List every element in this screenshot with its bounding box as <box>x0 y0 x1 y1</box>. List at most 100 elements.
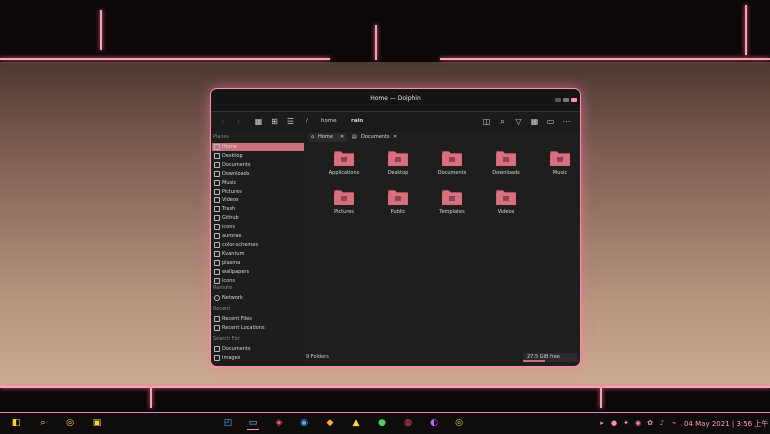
search-icon[interactable]: ⌕ <box>497 116 508 127</box>
folder-item-public[interactable]: Public <box>373 184 423 222</box>
folder-item-pictures[interactable]: Pictures <box>319 184 369 222</box>
minimize-button[interactable] <box>555 98 561 102</box>
tray-icon[interactable]: ● <box>610 419 618 427</box>
tray-icon[interactable]: ✿ <box>646 419 654 427</box>
forward-arrow-icon[interactable]: › <box>233 116 244 127</box>
title-bar[interactable]: Home — Dolphin <box>211 89 580 112</box>
clock[interactable]: 04 May 2021 | 3:56 上午 <box>684 419 768 429</box>
sidebar-item-github[interactable]: Github <box>212 214 304 222</box>
breadcrumb-home[interactable]: home <box>321 118 337 124</box>
grid-icon[interactable]: ▦ <box>529 116 540 127</box>
sidebar-item-downloads[interactable]: Downloads <box>212 170 304 178</box>
folder-icon <box>214 179 220 186</box>
folder-icon <box>214 170 220 177</box>
sidebar-item-icons[interactable]: icons <box>212 277 304 285</box>
folder-name: Public <box>390 209 406 215</box>
sidebar-item-home[interactable]: Home <box>212 143 304 151</box>
taskbar: ◧ ⌕ ◎ ▣ ◰ ▭ ◈ ◉ ◆ ▲ ● ◍ ◐ ◎ ▸ ● ✦ ◉ ✿ ♪ … <box>0 412 770 434</box>
tray-icon[interactable]: ▸ <box>598 419 606 427</box>
app-icon-7[interactable]: ● <box>376 417 388 429</box>
tab-home[interactable]: ⌂ Home ✕ <box>309 133 347 142</box>
close-button[interactable] <box>571 98 577 102</box>
app-icon-5[interactable]: ◆ <box>324 417 336 429</box>
sidebar-item-desktop[interactable]: Desktop <box>212 152 304 160</box>
tray-icon[interactable]: ♪ <box>658 419 666 427</box>
sidebar-item-wallpapers[interactable]: wallpapers <box>212 268 304 276</box>
toolbar: ‹ › ▦ ⊞ ☰ / home rain ◫ ⌕ ▽ ▦ ▭ ⋯ <box>211 112 580 132</box>
app-icon-9[interactable]: ◐ <box>428 417 440 429</box>
folder-name: Templates <box>439 209 465 215</box>
dolphin-task-icon[interactable]: ▭ <box>247 417 259 430</box>
app-icon-8[interactable]: ◍ <box>402 417 414 429</box>
window-switch-icon[interactable]: ▣ <box>91 417 103 429</box>
sidebar-item-color-schemes[interactable]: color-schemes <box>212 241 304 249</box>
sidebar-item-videos[interactable]: Videos <box>212 196 304 204</box>
back-arrow-icon[interactable]: ‹ <box>217 116 228 127</box>
sidebar-item-icons[interactable]: icons <box>212 223 304 231</box>
close-tab-icon[interactable]: ✕ <box>393 133 397 142</box>
circuit-trace <box>440 58 770 60</box>
breadcrumb-rain[interactable]: rain <box>351 118 363 124</box>
folder-icon <box>495 187 517 206</box>
close-tab-icon[interactable]: ✕ <box>340 133 344 142</box>
folder-item-desktop[interactable]: Desktop <box>373 145 423 183</box>
tab-documents[interactable]: ▤ Documents ✕ <box>350 133 400 142</box>
sidebar-item-music[interactable]: Music <box>212 179 304 187</box>
sidebar-item-recent-locations[interactable]: Recent Locations <box>212 324 304 332</box>
wallpaper-top-frame <box>0 0 770 62</box>
app-icon-3[interactable]: ◈ <box>273 417 285 429</box>
folder-icon <box>214 233 220 239</box>
folder-item-music[interactable]: Music <box>535 145 580 183</box>
tray-icon[interactable]: ✦ <box>622 419 630 427</box>
sidebar-item-trash[interactable]: Trash <box>212 205 304 213</box>
folder-item-templates[interactable]: Templates <box>427 184 477 222</box>
ring-icon[interactable]: ◎ <box>64 417 76 429</box>
circuit-trace <box>0 386 770 388</box>
folder-item-downloads[interactable]: Downloads <box>481 145 531 183</box>
images-icon <box>214 355 220 361</box>
sidebar-item-search-images[interactable]: Images <box>212 354 304 362</box>
maximize-button[interactable] <box>563 98 569 102</box>
search-icon[interactable]: ⌕ <box>37 417 49 429</box>
free-space-bar[interactable]: 27.5 GiB free <box>523 353 578 362</box>
app-icon-4[interactable]: ◉ <box>298 417 310 429</box>
folder-item-applications[interactable]: Applications <box>319 145 369 183</box>
preview-icon[interactable]: ▭ <box>545 116 556 127</box>
documents-icon: ▤ <box>352 134 357 140</box>
folder-icon <box>495 148 517 167</box>
menu-icon[interactable]: ⋯ <box>561 116 572 127</box>
icons-view-icon[interactable]: ▦ <box>253 116 264 127</box>
sidebar-item-pictures[interactable]: Pictures <box>212 188 304 196</box>
folder-icon <box>214 197 220 204</box>
folder-icon <box>214 250 220 257</box>
sidebar-item-network[interactable]: Network <box>212 294 304 302</box>
circuit-trace <box>100 10 102 50</box>
launcher-icon[interactable]: ◧ <box>10 417 22 429</box>
filter-icon[interactable]: ▽ <box>513 116 524 127</box>
tray-icon[interactable]: ⌁ <box>670 419 678 427</box>
folder-item-documents[interactable]: Documents <box>427 145 477 183</box>
split-view-icon[interactable]: ◫ <box>481 116 492 127</box>
tray-icon[interactable]: ◉ <box>634 419 642 427</box>
sidebar-item-recent-files[interactable]: Recent Files <box>212 315 304 323</box>
app-icon-1[interactable]: ◰ <box>222 417 234 429</box>
sidebar-item-kvantum[interactable]: Kvantum <box>212 250 304 258</box>
app-icon-10[interactable]: ◎ <box>453 417 465 429</box>
app-icon-6[interactable]: ▲ <box>350 417 362 429</box>
places-header: Places <box>213 134 229 140</box>
compact-view-icon[interactable]: ⊞ <box>269 116 280 127</box>
folder-icon <box>214 277 220 284</box>
documents-icon <box>214 346 220 352</box>
folder-item-videos[interactable]: Videos <box>481 184 531 222</box>
folder-icon <box>214 152 220 159</box>
sidebar-item-aurorae[interactable]: aurorae <box>212 232 304 240</box>
home-icon: ⌂ <box>311 134 315 140</box>
sidebar-item-documents[interactable]: Documents <box>212 161 304 169</box>
sidebar-item-plasma[interactable]: plasma <box>212 259 304 267</box>
breadcrumb-root[interactable]: / <box>306 118 308 124</box>
sidebar-item-search-documents[interactable]: Documents <box>212 345 304 353</box>
folder-icon <box>333 148 355 167</box>
status-bar: 9 Folders 27.5 GiB free <box>306 352 580 363</box>
recent-header: Recent <box>213 306 231 312</box>
details-view-icon[interactable]: ☰ <box>285 116 296 127</box>
